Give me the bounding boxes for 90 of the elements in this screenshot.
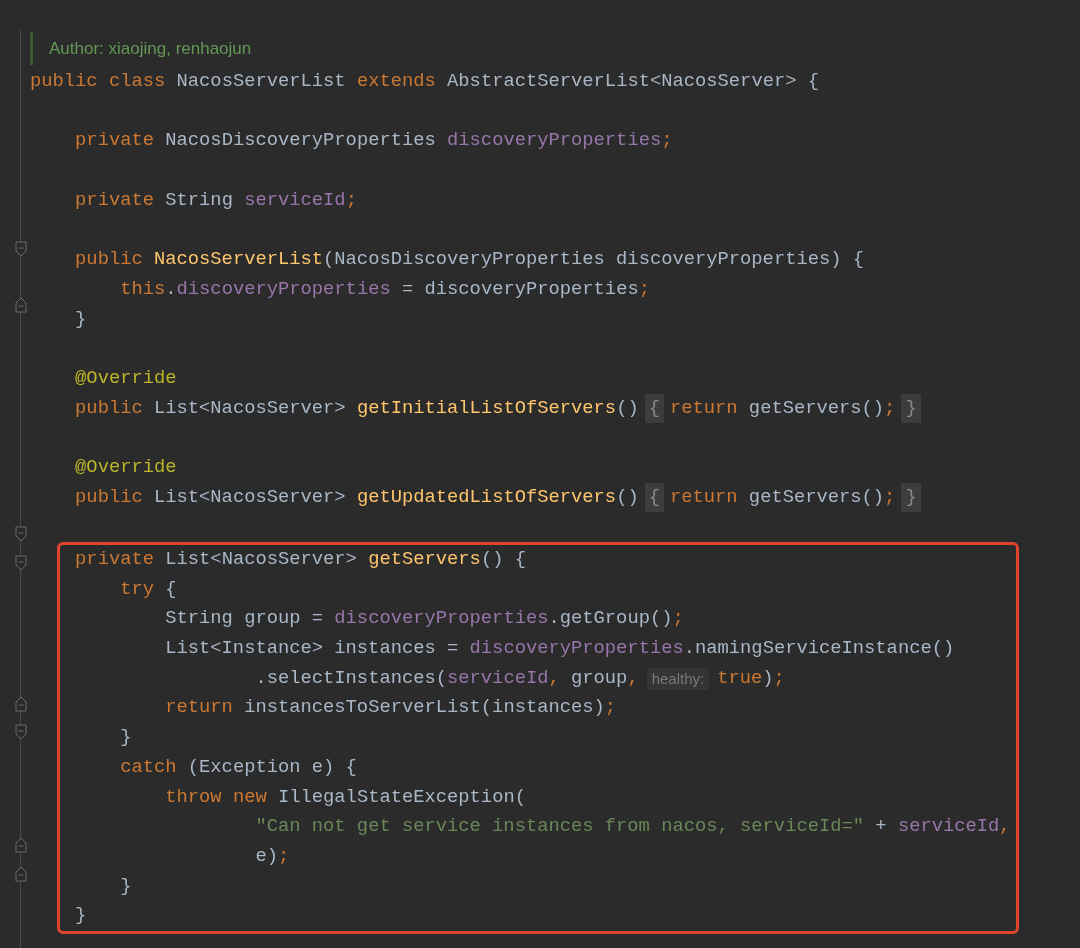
- fold-marker-icon[interactable]: [15, 865, 27, 882]
- code-keyword: catch: [120, 754, 177, 780]
- code-keyword: throw: [165, 784, 222, 810]
- method-name: NacosServerList: [154, 247, 324, 273]
- code-text: List<NacosServer>: [154, 395, 346, 421]
- fold-marker-icon[interactable]: [15, 837, 27, 854]
- code-keyword: ;: [884, 395, 896, 421]
- code-text: NacosServerList: [176, 69, 346, 94]
- code-text: String: [165, 187, 233, 213]
- code-keyword: ;: [773, 665, 785, 691]
- fold-marker-icon[interactable]: [15, 724, 27, 741]
- code-keyword: return: [669, 484, 738, 510]
- code-text: String group =: [165, 606, 324, 632]
- folded-brace[interactable]: }: [901, 393, 921, 424]
- code-keyword: public: [75, 484, 143, 510]
- fold-marker-icon[interactable]: [15, 297, 27, 314]
- field-name: discoveryProperties: [334, 606, 549, 632]
- code-text: = discoveryProperties: [402, 276, 639, 302]
- code-text: getServers(): [748, 395, 885, 421]
- doc-comment: Author: xiaojing, renhaojun: [49, 37, 252, 60]
- code-keyword: ;: [345, 187, 357, 213]
- code-keyword: ;: [672, 606, 684, 632]
- code-keyword: ;: [604, 695, 617, 721]
- field-name: serviceId: [447, 665, 549, 691]
- code-text: List<NacosServer>: [165, 547, 357, 572]
- folded-brace[interactable]: {: [644, 393, 664, 424]
- string-literal: "Can not get service instances from nacos, serviceId=": [255, 814, 865, 840]
- code-keyword: new: [232, 784, 267, 810]
- code-text: }: [120, 725, 132, 751]
- fold-marker-icon[interactable]: [15, 240, 27, 257]
- method-name: getUpdatedListOfServers: [356, 484, 617, 510]
- code-keyword: ;: [661, 128, 673, 154]
- code-keyword: private: [75, 128, 154, 154]
- code-keyword: true: [717, 665, 763, 691]
- code-keyword: return: [669, 395, 738, 421]
- method-name: getInitialListOfServers: [356, 395, 617, 421]
- code-keyword: return: [165, 695, 233, 721]
- field-name: discoveryProperties: [447, 128, 662, 154]
- code-keyword: public: [30, 69, 98, 94]
- code-keyword: ,: [627, 665, 639, 691]
- field-name: discoveryProperties: [176, 276, 391, 302]
- field-name: serviceId: [244, 187, 346, 213]
- code-text: group: [571, 665, 628, 691]
- code-keyword: public: [75, 247, 143, 273]
- code-keyword: class: [108, 69, 166, 94]
- code-keyword: private: [75, 547, 154, 572]
- code-text: .: [165, 276, 177, 302]
- code-text: {: [165, 576, 177, 602]
- code-keyword: ,: [548, 665, 560, 691]
- folded-brace[interactable]: }: [901, 482, 921, 513]
- field-name: serviceId: [897, 814, 1000, 840]
- code-keyword: public: [75, 395, 143, 421]
- code-text: instancesToServerList(instances): [244, 695, 605, 721]
- code-text: AbstractServerList<NacosServer> {: [447, 69, 819, 94]
- code-keyword: extends: [356, 69, 436, 94]
- code-text: (): [616, 395, 639, 421]
- fold-marker-icon[interactable]: [15, 696, 27, 713]
- code-text: (NacosDiscoveryProperties discoveryProperties) {: [323, 247, 865, 273]
- fold-marker-icon[interactable]: [15, 554, 27, 571]
- annotation: @Override: [75, 365, 177, 391]
- method-name: getServers: [368, 547, 481, 572]
- annotation: @Override: [75, 454, 177, 480]
- code-text: +: [875, 814, 887, 840]
- code-text: }: [75, 306, 87, 332]
- code-keyword: ;: [638, 276, 650, 302]
- fold-marker-icon[interactable]: [15, 526, 27, 543]
- code-keyword: try: [120, 576, 154, 602]
- field-name: discoveryProperties: [469, 636, 684, 662]
- folded-brace[interactable]: {: [644, 482, 664, 513]
- code-text: NacosDiscoveryProperties: [165, 128, 436, 154]
- code-text: (): [616, 484, 639, 510]
- parameter-hint: healthy:: [646, 667, 710, 690]
- code-keyword: ;: [277, 843, 290, 869]
- code-text: .selectInstances(: [255, 665, 448, 691]
- code-text: ): [762, 665, 774, 691]
- code-text: }: [75, 903, 87, 929]
- code-text: e): [255, 843, 278, 869]
- code-text: List<Instance> instances =: [165, 636, 459, 662]
- code-text: getServers(): [748, 484, 885, 510]
- code-text: (Exception e) {: [187, 754, 357, 780]
- code-keyword: private: [75, 187, 154, 213]
- code-text: .getGroup(): [548, 606, 673, 632]
- code-keyword: ,: [999, 814, 1011, 840]
- code-text: List<NacosServer>: [154, 484, 346, 510]
- code-text: .namingServiceInstance(): [683, 636, 955, 662]
- code-keyword: ;: [884, 484, 896, 510]
- code-text: () {: [480, 547, 526, 572]
- code-keyword: this: [120, 276, 166, 302]
- code-text: }: [120, 873, 132, 899]
- code-text: IllegalStateException(: [278, 784, 526, 810]
